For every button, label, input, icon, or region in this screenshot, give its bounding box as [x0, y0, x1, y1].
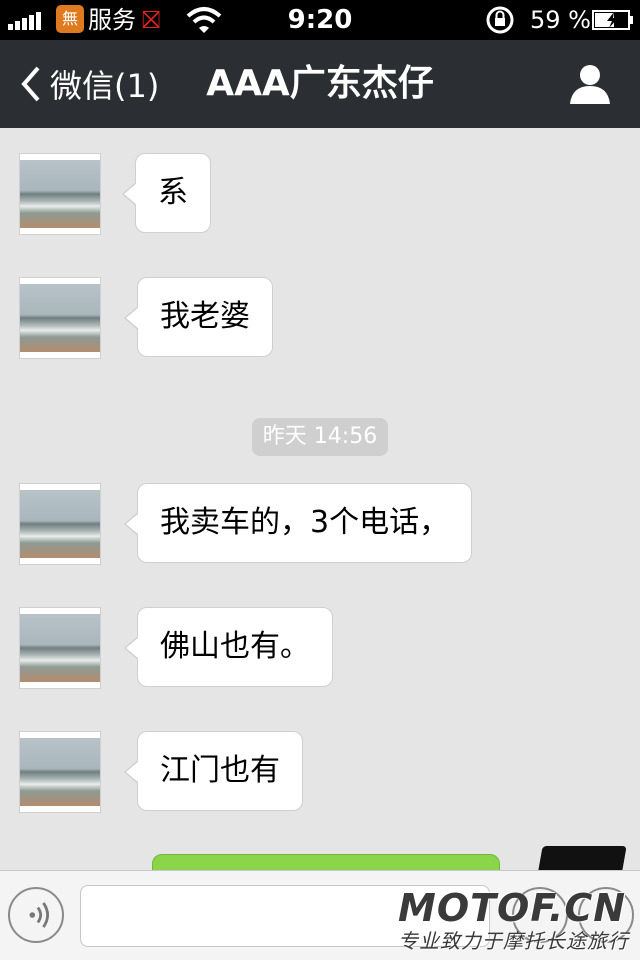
message-row: 系 — [0, 153, 640, 237]
message-row: 我老婆 — [0, 277, 640, 361]
message-bubble[interactable]: 系 — [122, 153, 211, 233]
watermark-title: MOTOF.CN — [398, 886, 627, 930]
message-bubble[interactable]: 江门也有 — [124, 731, 303, 811]
navigation-bar: 微信(1) AAA广东杰仔 — [0, 40, 640, 128]
message-bubble[interactable]: 我卖车的，3个电话， — [123, 483, 473, 563]
message-row: 佛山也有。 — [0, 607, 640, 691]
battery-percent: 59 % — [530, 6, 591, 34]
avatar[interactable] — [19, 731, 101, 813]
timestamp: 昨天 14:56 — [252, 418, 388, 456]
profile-icon[interactable] — [568, 62, 612, 106]
message-row: 江门也有 — [0, 731, 640, 815]
message-bubble[interactable]: 我老婆 — [124, 277, 273, 357]
avatar[interactable] — [19, 607, 101, 689]
rotation-lock-icon — [486, 6, 514, 34]
battery-charging-icon — [592, 10, 633, 30]
watermark-logo: MOTOF.CN 专业致力于摩托长途旅行 — [398, 888, 640, 960]
avatar[interactable] — [19, 277, 101, 359]
message-row: 我卖车的，3个电话， — [0, 483, 640, 567]
message-list[interactable]: 系 我老婆 昨天 14:56 我卖车的，3个电话， 佛山也有。 江门也有 — [0, 128, 640, 870]
avatar[interactable] — [19, 483, 101, 565]
watermark-subtitle: 专业致力于摩托长途旅行 — [398, 929, 629, 953]
page-title: AAA广东杰仔 — [206, 63, 434, 104]
message-bubble[interactable]: 佛山也有。 — [124, 607, 333, 687]
voice-input-icon[interactable] — [8, 887, 64, 943]
status-bar: 無 服务 ⛝ 9:20 59 % — [0, 0, 640, 40]
avatar[interactable] — [19, 153, 101, 235]
outgoing-message-bubble[interactable] — [152, 854, 500, 870]
